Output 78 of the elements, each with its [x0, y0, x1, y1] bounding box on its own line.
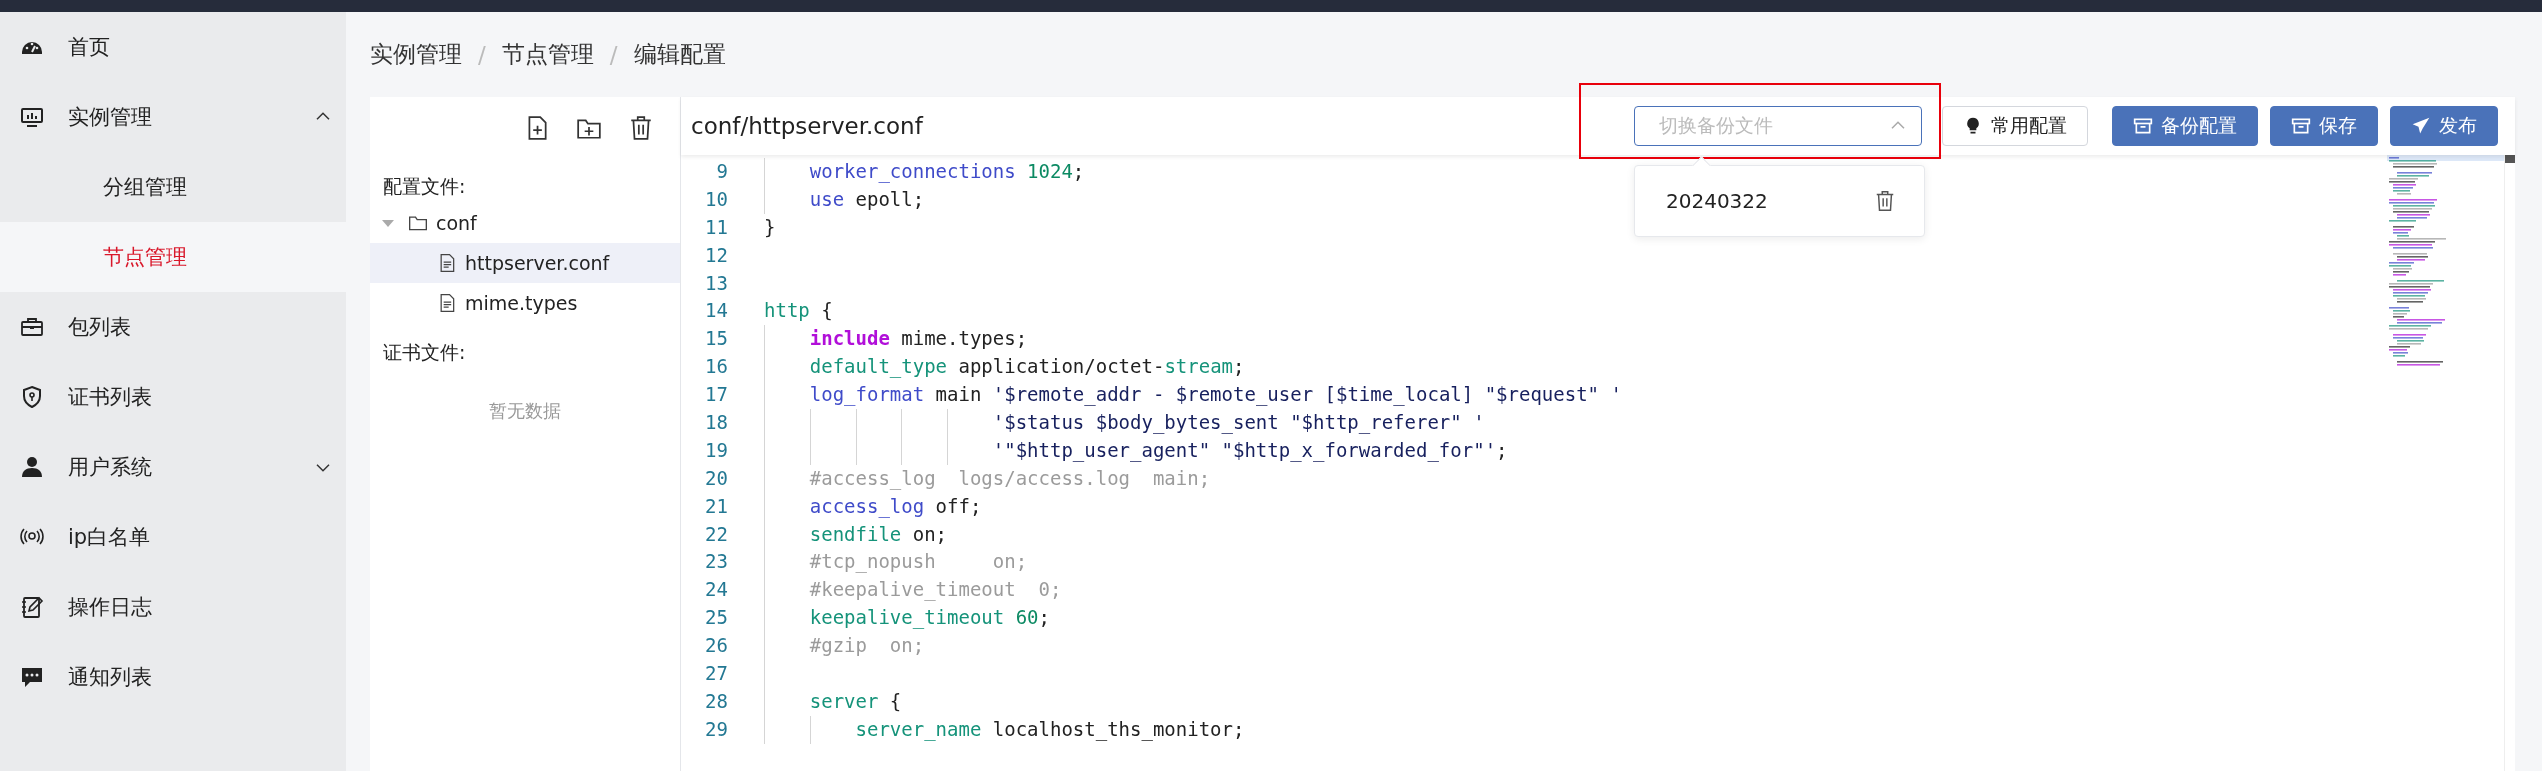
code-line: keepalive_timeout 60; [809, 605, 1050, 631]
sidebar-item[interactable]: 包列表 [0, 292, 346, 362]
send-icon [2411, 116, 2431, 136]
line-number: 23 [704, 549, 729, 575]
breadcrumb-separator: / [609, 41, 618, 68]
line-number: 16 [704, 354, 729, 380]
code-line: worker_connections 1024; [809, 159, 1085, 185]
breadcrumb-item[interactable]: 实例管理 [370, 39, 462, 70]
briefcase-icon [20, 315, 44, 339]
code-line: default_type application/octet-stream; [809, 354, 1245, 380]
sidebar-item[interactable]: 操作日志 [0, 572, 346, 642]
line-number: 13 [704, 270, 729, 296]
breadcrumb-item[interactable]: 节点管理 [501, 39, 594, 70]
line-number: 15 [704, 326, 729, 352]
toolbar-button[interactable]: 常用配置 [1942, 106, 2088, 146]
code-line: include mime.types; [809, 326, 1028, 352]
sidebar-item[interactable]: ip白名单 [0, 502, 346, 572]
section-label: 证书文件: [383, 340, 466, 365]
line-number: 18 [704, 410, 729, 435]
code-line: } [764, 214, 776, 240]
archive-icon [2291, 116, 2311, 136]
tree-item[interactable]: mime.types [370, 283, 680, 323]
section-label: 配置文件: [383, 174, 466, 199]
line-number: 12 [704, 242, 729, 268]
code-line: '"$http_user_agent" "$http_x_forwarded_for"'; [992, 437, 1508, 464]
edit-icon [20, 595, 44, 619]
code-line: server_name localhost_ths_monitor; [855, 716, 1245, 743]
code-line: server { [809, 688, 902, 714]
line-number: 11 [704, 214, 729, 240]
code-line: #gzip on; [809, 633, 925, 659]
line-number: 28 [704, 688, 729, 714]
code-line: #keepalive_timeout 0; [809, 577, 1062, 603]
code-line: #tcp_nopush on; [809, 549, 1028, 575]
editor-title: conf/httpserver.conf [691, 113, 925, 139]
tree-item[interactable]: conf [370, 203, 680, 243]
sidebar-subitem[interactable]: 节点管理 [0, 222, 346, 292]
shield-icon [20, 385, 44, 409]
breadcrumb-item[interactable]: 编辑配置 [633, 39, 726, 70]
toolbar-button[interactable]: 备份配置 [2112, 106, 2258, 146]
trash-icon[interactable] [628, 115, 654, 141]
empty-text: 暂无数据 [489, 400, 561, 421]
archive-icon [2133, 116, 2153, 136]
sidebar-item[interactable]: 首页 [0, 12, 346, 82]
sidebar-subitem[interactable]: 分组管理 [0, 152, 346, 222]
monitor-icon [20, 105, 44, 129]
line-number: 26 [704, 633, 729, 659]
code-line: sendfile on; [809, 521, 948, 547]
toolbar-button[interactable]: 发布 [2390, 106, 2498, 146]
line-number: 24 [704, 577, 729, 603]
line-number: 29 [704, 716, 729, 742]
backup-option[interactable]: 20240322 [1666, 189, 1768, 213]
scrollbar[interactable] [2504, 155, 2515, 771]
sidebar-item[interactable]: 用户系统 [0, 432, 346, 502]
code-line: log_format main '$remote_addr - $remote_user [$time_local] "$request" ' [809, 382, 1622, 408]
code-line: use epoll; [809, 186, 925, 212]
line-number: 27 [704, 661, 729, 687]
line-number: 21 [704, 493, 729, 519]
line-number: 19 [704, 437, 729, 463]
line-number: 20 [704, 465, 729, 491]
line-number: 9 [715, 159, 729, 184]
code-line: #access_log logs/access.log main; [809, 465, 1211, 492]
line-number: 10 [704, 186, 729, 212]
tree-item[interactable]: httpserver.conf [370, 243, 680, 283]
sidebar-item[interactable]: 证书列表 [0, 362, 346, 432]
user-icon [20, 455, 44, 479]
sidebar-item[interactable]: 实例管理 [0, 82, 346, 152]
toolbar-button[interactable]: 保存 [2270, 106, 2378, 146]
code-line: '$status $body_bytes_sent "$http_referer" ' [992, 410, 1485, 436]
trash-icon[interactable] [1874, 190, 1896, 212]
line-number: 17 [704, 382, 729, 408]
chat-icon [20, 665, 44, 689]
code-line: http { [764, 298, 833, 324]
line-number: 14 [704, 298, 729, 324]
line-number: 25 [704, 605, 729, 631]
line-number: 22 [704, 521, 729, 547]
breadcrumb-separator: / [478, 41, 486, 68]
code-line: access_log off; [809, 493, 982, 520]
sidebar-item[interactable]: 通知列表 [0, 642, 346, 712]
